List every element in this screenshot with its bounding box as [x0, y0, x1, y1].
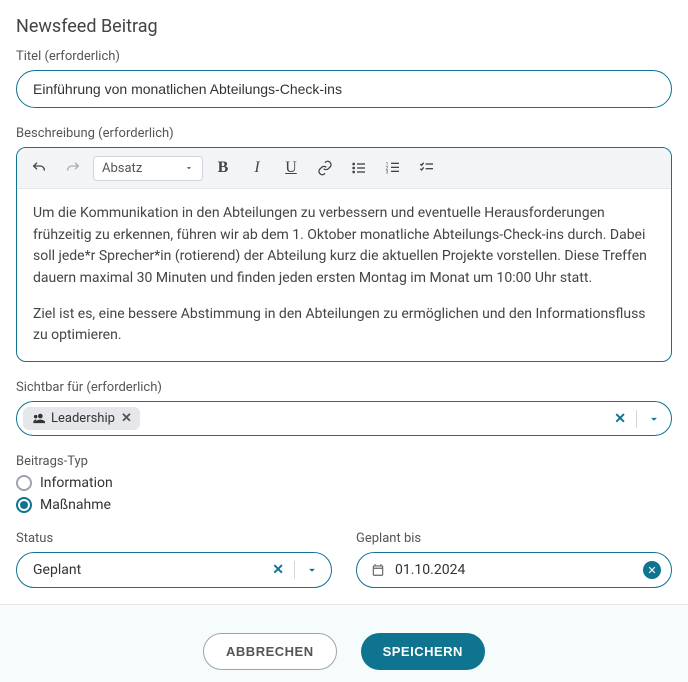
svg-text:3: 3 [386, 169, 389, 175]
newsfeed-form: Newsfeed Beitrag Titel (erforderlich) Be… [0, 0, 688, 605]
status-value: Geplant [33, 562, 272, 578]
planned-until-field-group: Geplant bis 01.10.2024 ✕ [356, 531, 672, 588]
visibility-field-group: Sichtbar für (erforderlich) Leadership ✕… [16, 380, 672, 436]
checklist-icon[interactable] [413, 154, 441, 182]
post-type-option-massnahme[interactable]: Maßnahme [16, 497, 672, 513]
numbered-list-icon[interactable]: 123 [379, 154, 407, 182]
visibility-label: Sichtbar für (erforderlich) [16, 380, 672, 395]
save-button[interactable]: SPEICHERN [361, 633, 485, 670]
planned-until-value: 01.10.2024 [395, 562, 633, 578]
status-date-row: Status Geplant ✕ Geplant bis 01.10.2024 … [16, 531, 672, 588]
editor-toolbar: Absatz B I U 123 [17, 148, 671, 189]
bullet-list-icon[interactable] [345, 154, 373, 182]
editor-paragraph: Ziel ist es, eine bessere Abstimmung in … [33, 304, 655, 347]
post-type-option-information[interactable]: Information [16, 475, 672, 491]
status-field-group: Status Geplant ✕ [16, 531, 332, 588]
radio-unchecked-icon [16, 475, 32, 491]
planned-until-input[interactable]: 01.10.2024 ✕ [356, 552, 672, 588]
italic-icon[interactable]: I [243, 154, 271, 182]
form-footer: ABBRECHEN SPEICHERN [0, 605, 688, 682]
title-input[interactable] [16, 70, 672, 108]
calendar-icon [371, 563, 385, 577]
post-type-label: Beitrags-Typ [16, 454, 672, 469]
chip-remove-icon[interactable]: ✕ [121, 411, 132, 426]
visibility-actions: ✕ [614, 410, 661, 428]
chevron-down-icon[interactable] [305, 563, 319, 577]
planned-until-label: Geplant bis [356, 531, 672, 546]
form-title: Newsfeed Beitrag [16, 16, 672, 37]
clear-date-icon[interactable]: ✕ [643, 561, 661, 579]
title-field-group: Titel (erforderlich) [16, 49, 672, 108]
chevron-down-icon [184, 163, 194, 173]
visibility-select[interactable]: Leadership ✕ ✕ [16, 401, 672, 436]
radio-label: Maßnahme [40, 497, 111, 513]
bold-icon[interactable]: B [209, 154, 237, 182]
clear-icon[interactable]: ✕ [272, 562, 284, 578]
undo-icon[interactable] [25, 154, 53, 182]
paragraph-style-value: Absatz [102, 161, 142, 176]
post-type-field-group: Beitrags-Typ Information Maßnahme [16, 454, 672, 513]
radio-label: Information [40, 475, 113, 491]
description-field-group: Beschreibung (erforderlich) Absatz B I U [16, 126, 672, 362]
rich-text-editor: Absatz B I U 123 Um [16, 147, 672, 362]
editor-paragraph: Um die Kommunikation in den Abteilungen … [33, 203, 655, 290]
description-label: Beschreibung (erforderlich) [16, 126, 672, 141]
clear-all-icon[interactable]: ✕ [614, 411, 626, 427]
link-icon[interactable] [311, 154, 339, 182]
title-label: Titel (erforderlich) [16, 49, 672, 64]
chevron-down-icon[interactable] [647, 412, 661, 426]
divider [636, 410, 637, 428]
redo-icon[interactable] [59, 154, 87, 182]
people-icon [31, 412, 45, 426]
status-label: Status [16, 531, 332, 546]
paragraph-style-select[interactable]: Absatz [93, 156, 203, 181]
visibility-chip: Leadership ✕ [23, 407, 140, 430]
underline-icon[interactable]: U [277, 154, 305, 182]
divider [294, 561, 295, 579]
visibility-chip-label: Leadership [51, 411, 115, 426]
radio-checked-icon [16, 497, 32, 513]
editor-content[interactable]: Um die Kommunikation in den Abteilungen … [17, 189, 671, 361]
cancel-button[interactable]: ABBRECHEN [203, 633, 337, 670]
status-select[interactable]: Geplant ✕ [16, 552, 332, 588]
